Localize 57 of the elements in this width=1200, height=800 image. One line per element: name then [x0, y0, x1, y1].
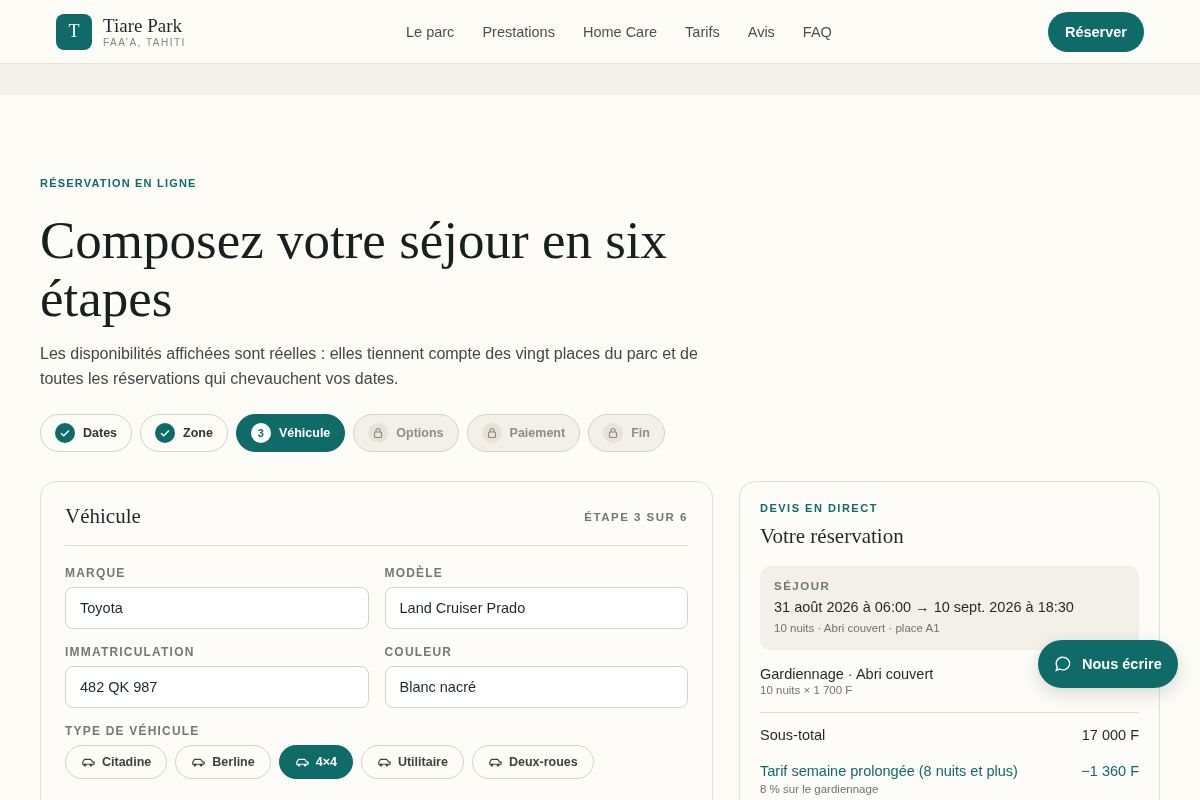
- brand-location: FAA’A, TAHITI: [103, 37, 186, 48]
- input-field[interactable]: Land Cruiser Prado: [384, 587, 688, 629]
- section-eyebrow: RÉSERVATION EN LIGNE: [40, 177, 198, 189]
- reserve-button[interactable]: Réserver: [1047, 11, 1144, 52]
- lock-icon: [481, 423, 502, 443]
- car-icon: [191, 756, 206, 768]
- discount-detail: 8 % sur le gardiennage: [760, 783, 880, 795]
- step-tab[interactable]: Dates: [40, 414, 133, 452]
- brand-name: Tiare Park: [103, 15, 183, 37]
- field-label: COULEUR: [384, 645, 453, 659]
- field-label: IMMATRICULATION: [65, 645, 195, 659]
- line-item-detail: 10 nuits × 1 700 F: [760, 684, 853, 696]
- field-label: TYPE DE VÉHICULE: [65, 724, 200, 738]
- field-label: MODÈLE: [384, 566, 444, 580]
- quote-title: Votre réservation: [760, 524, 905, 549]
- stay-dates: 31 août 2026 à 06:00 → 10 sept. 2026 à 18:30: [774, 599, 1075, 615]
- vehicle-type-chip[interactable]: Citadine: [65, 745, 168, 779]
- quote-eyebrow: DEVIS EN DIRECT: [760, 502, 879, 514]
- lock-icon: [603, 423, 624, 443]
- nav-link[interactable]: Home Care: [582, 23, 658, 40]
- discount-amount: −1 360 F: [1081, 763, 1139, 779]
- nav-link[interactable]: Prestations: [482, 23, 555, 40]
- page-title: Composez votre séjour en six étapes: [40, 211, 669, 327]
- logo-badge[interactable]: T: [56, 13, 92, 50]
- car-icon: [294, 756, 309, 768]
- step-counter: ÉTAPE 3 SUR 6: [584, 510, 688, 523]
- car-icon: [81, 756, 95, 768]
- nav-link[interactable]: Le parc: [406, 23, 455, 40]
- intro-text: Les disponibilités affichées sont réelles : elles tiennent compte des vingt places du parc et de toutes les réservations qui chevauchent vos dates.: [40, 344, 699, 389]
- car-icon: [376, 756, 391, 768]
- lock-icon: [368, 423, 389, 443]
- stay-details: 10 nuits · Abri couvert · place A1: [774, 622, 941, 634]
- vehicle-type-chip[interactable]: 4×4: [278, 745, 353, 779]
- line-item-name: Gardiennage · Abri couvert: [760, 666, 934, 682]
- nav-link[interactable]: Avis: [747, 23, 775, 40]
- vehicle-type-chip[interactable]: Deux-roues: [471, 745, 594, 779]
- step-tab[interactable]: Zone: [140, 414, 228, 452]
- car-icon: [487, 756, 502, 768]
- card-title: Véhicule: [65, 504, 141, 529]
- subtotal-label: Sous-total: [760, 727, 826, 743]
- field-label: MARQUE: [65, 566, 126, 580]
- vehicle-type-chip[interactable]: Utilitaire: [360, 745, 464, 779]
- subtotal-amount: 17 000 F: [1081, 727, 1139, 743]
- chat-button[interactable]: Nous écrire: [1038, 640, 1178, 688]
- vehicle-type-chip[interactable]: Berline: [175, 745, 271, 779]
- step-number: 3: [250, 423, 271, 443]
- input-field[interactable]: Toyota: [65, 587, 369, 629]
- check-icon: [55, 423, 75, 443]
- stay-label: SÉJOUR: [774, 580, 832, 592]
- input-field[interactable]: Blanc nacré: [384, 666, 688, 708]
- nav-link[interactable]: FAQ: [802, 23, 832, 40]
- check-icon: [155, 423, 176, 443]
- nav-link[interactable]: Tarifs: [685, 23, 720, 40]
- input-field[interactable]: 482 QK 987: [65, 666, 369, 708]
- chat-bubble-icon: [1054, 655, 1072, 673]
- discount-label: Tarif semaine prolongée (8 nuits et plus): [760, 763, 1018, 779]
- step-tab[interactable]: 3 Véhicule: [235, 414, 346, 452]
